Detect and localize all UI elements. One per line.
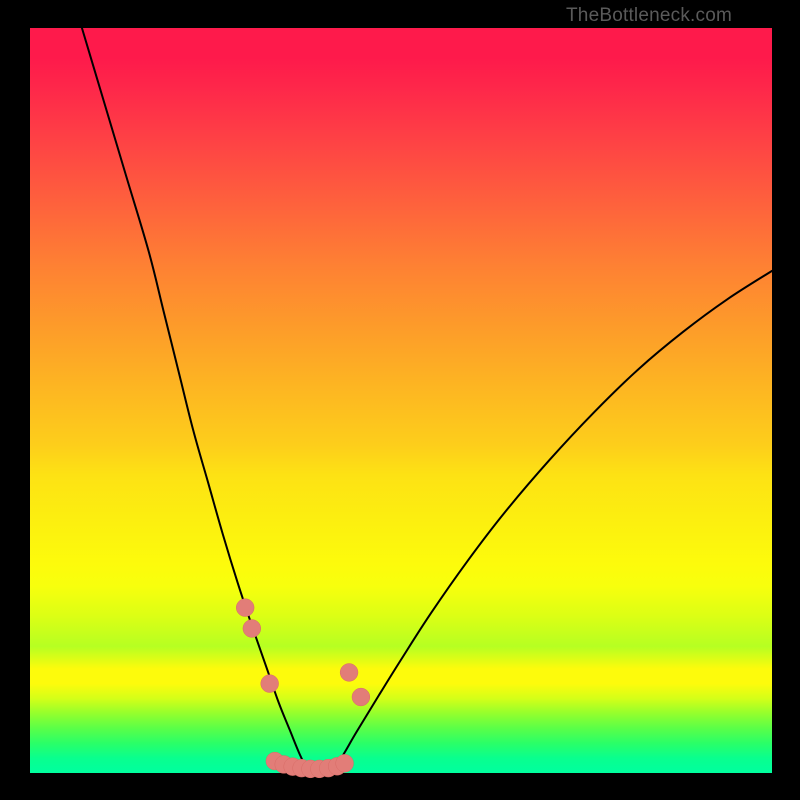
chart-frame: TheBottleneck.com [0,0,800,800]
left-curve [82,28,309,773]
threshold-marker [336,754,354,772]
chart-svg [0,0,800,800]
threshold-marker [236,599,254,617]
right-curve [331,271,772,773]
threshold-marker [340,664,358,682]
threshold-marker [261,675,279,693]
threshold-marker [352,688,370,706]
threshold-marker [243,620,261,638]
